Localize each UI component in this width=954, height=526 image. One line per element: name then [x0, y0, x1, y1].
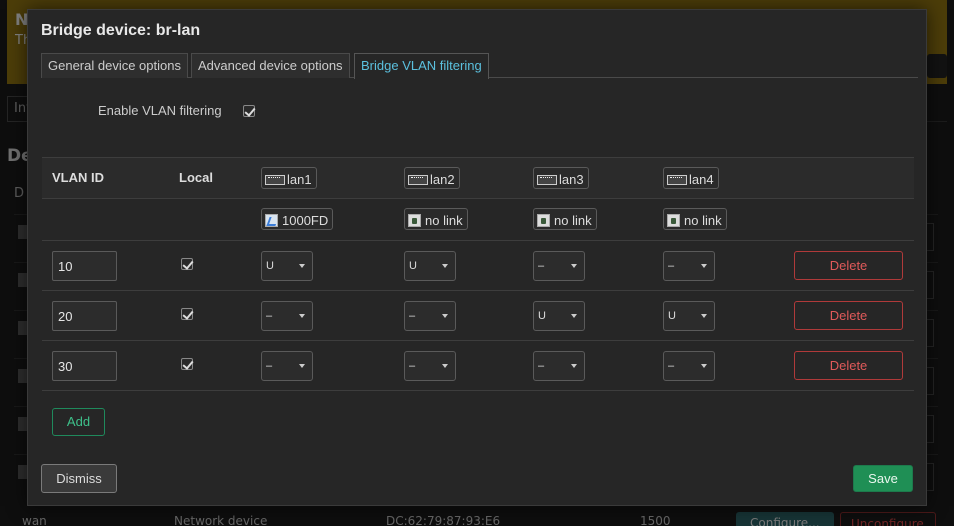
port-tag-select-lan2[interactable]: U: [404, 251, 456, 281]
ethernet-port-icon: [667, 173, 687, 186]
port-status: 1000FD: [282, 212, 329, 228]
caret-down-icon: [701, 264, 707, 268]
local-checkbox[interactable]: [181, 358, 193, 370]
port-tag-select-lan1[interactable]: U: [261, 251, 313, 281]
port-status: no link: [425, 212, 463, 228]
modal-tabbar: General device options Advanced device o…: [41, 53, 918, 79]
port-tag-select-lan3[interactable]: U: [533, 301, 585, 331]
port-tag-select-lan1[interactable]: –: [261, 351, 313, 381]
caret-down-icon: [701, 314, 707, 318]
ethernet-port-icon: [265, 173, 285, 186]
select-value: –: [538, 260, 545, 272]
vlan-row: 30 – – – – Delete: [42, 341, 914, 391]
caret-down-icon: [442, 264, 448, 268]
caret-down-icon: [571, 264, 577, 268]
port-lan4: lan4: [663, 167, 719, 189]
local-checkbox[interactable]: [181, 258, 193, 270]
select-value: –: [538, 360, 545, 372]
port-tag-select-lan4[interactable]: –: [663, 251, 715, 281]
vlan-id-input[interactable]: 10: [52, 251, 117, 281]
link-up-icon: [265, 213, 278, 227]
port-tag-select-lan4[interactable]: –: [663, 351, 715, 381]
caret-down-icon: [442, 314, 448, 318]
port-name: lan3: [559, 171, 584, 187]
ethernet-port-icon: [537, 173, 557, 186]
local-checkbox[interactable]: [181, 308, 193, 320]
no-link-icon: [537, 213, 550, 227]
add-vlan-button[interactable]: Add: [52, 408, 105, 436]
port-tag-select-lan3[interactable]: –: [533, 251, 585, 281]
select-value: –: [266, 310, 273, 322]
caret-down-icon: [701, 364, 707, 368]
enable-vlan-filtering-checkbox[interactable]: [243, 105, 255, 117]
no-link-icon: [667, 213, 680, 227]
tab-general-device-options[interactable]: General device options: [41, 53, 188, 78]
port-status-lan4: no link: [663, 208, 727, 230]
caret-down-icon: [571, 314, 577, 318]
save-button[interactable]: Save: [853, 465, 913, 492]
select-value: –: [266, 360, 273, 372]
delete-button[interactable]: Delete: [794, 351, 903, 380]
port-tag-select-lan1[interactable]: –: [261, 301, 313, 331]
vlan-row: 20 – – U U Delete: [42, 291, 914, 341]
port-status-lan2: no link: [404, 208, 468, 230]
vlan-id-input[interactable]: 30: [52, 351, 117, 381]
select-value: U: [668, 310, 676, 322]
port-lan3: lan3: [533, 167, 589, 189]
ethernet-port-icon: [408, 173, 428, 186]
select-value: –: [409, 360, 416, 372]
port-tag-select-lan2[interactable]: –: [404, 301, 456, 331]
tab-bridge-vlan-filtering[interactable]: Bridge VLAN filtering: [354, 53, 489, 79]
port-lan2: lan2: [404, 167, 460, 189]
caret-down-icon: [299, 364, 305, 368]
port-status: no link: [554, 212, 592, 228]
col-vlan-id: VLAN ID: [52, 170, 104, 185]
select-value: –: [668, 260, 675, 272]
port-status-lan3: no link: [533, 208, 597, 230]
col-local: Local: [179, 170, 213, 185]
select-value: –: [668, 360, 675, 372]
caret-down-icon: [299, 264, 305, 268]
tab-advanced-device-options[interactable]: Advanced device options: [191, 53, 350, 78]
port-tag-select-lan4[interactable]: U: [663, 301, 715, 331]
port-status-row: 1000FD no link no link no link: [42, 199, 914, 241]
port-tag-select-lan3[interactable]: –: [533, 351, 585, 381]
select-value: U: [538, 310, 546, 322]
no-link-icon: [408, 213, 421, 227]
select-value: –: [409, 310, 416, 322]
port-status: no link: [684, 212, 722, 228]
bridge-device-modal: Bridge device: br-lan General device opt…: [27, 9, 927, 506]
dismiss-button[interactable]: Dismiss: [41, 464, 117, 493]
caret-down-icon: [299, 314, 305, 318]
port-name: lan1: [287, 171, 312, 187]
vlan-id-input[interactable]: 20: [52, 301, 117, 331]
caret-down-icon: [442, 364, 448, 368]
select-value: U: [266, 260, 274, 272]
delete-button[interactable]: Delete: [794, 301, 903, 330]
modal-title: Bridge device: br-lan: [41, 22, 201, 39]
enable-vlan-filtering-label: Enable VLAN filtering: [98, 103, 222, 118]
vlan-row: 10 U U – – Delete: [42, 241, 914, 291]
port-status-lan1: 1000FD: [261, 208, 334, 230]
vlan-table-header: VLAN ID Local lan1 lan2 lan3 lan4: [42, 157, 914, 199]
port-tag-select-lan2[interactable]: –: [404, 351, 456, 381]
port-name: lan2: [430, 171, 455, 187]
port-lan1: lan1: [261, 167, 317, 189]
port-name: lan4: [689, 171, 714, 187]
delete-button[interactable]: Delete: [794, 251, 903, 280]
caret-down-icon: [571, 364, 577, 368]
select-value: U: [409, 260, 417, 272]
